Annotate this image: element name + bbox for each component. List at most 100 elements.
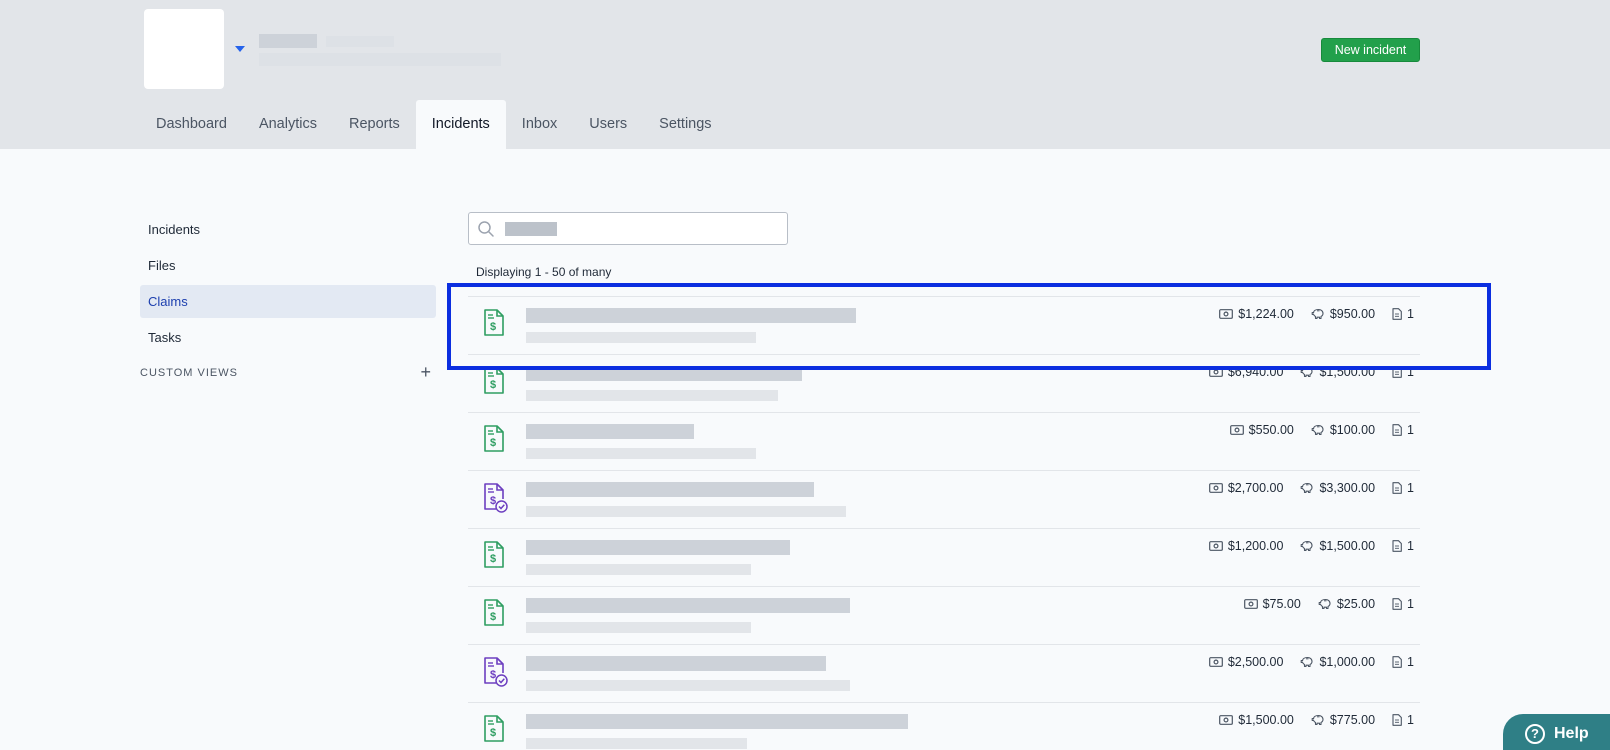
claim-document-dollar-check-icon: $ xyxy=(482,656,508,688)
claim-title-redacted xyxy=(526,424,694,439)
claim-stats: $1,500.00 $775.00 1 xyxy=(1202,713,1414,727)
svg-text:$: $ xyxy=(490,727,496,739)
claim-amount-value: $1,200.00 xyxy=(1227,539,1284,553)
claim-title-redacted xyxy=(526,366,802,381)
claim-subtitle-redacted xyxy=(526,332,756,343)
piggy-bank-icon xyxy=(1301,540,1313,552)
claim-row[interactable]: $ $6,940.00 $1,500.00 1 xyxy=(468,354,1420,412)
help-button[interactable]: ? Help xyxy=(1503,714,1610,750)
piggy-bank-icon xyxy=(1311,424,1324,436)
claim-reserve: $3,300.00 xyxy=(1300,481,1375,495)
piggy-bank-icon xyxy=(1301,656,1313,668)
claim-document-dollar-icon: $ xyxy=(482,540,508,572)
claim-files: 1 xyxy=(1392,597,1414,611)
claim-amount: $550.00 xyxy=(1229,423,1294,437)
claim-amount: $1,200.00 xyxy=(1208,539,1284,553)
claim-subtitle-redacted xyxy=(526,738,747,749)
tab-dashboard[interactable]: Dashboard xyxy=(140,100,243,149)
claim-amount-value: $2,500.00 xyxy=(1227,655,1284,669)
tab-incidents[interactable]: Incidents xyxy=(415,100,506,149)
claim-reserve: $1,500.00 xyxy=(1300,365,1375,379)
search-icon xyxy=(478,221,494,237)
piggy-bank-icon xyxy=(1311,714,1324,726)
tab-settings[interactable]: Settings xyxy=(643,100,727,149)
claim-amount: $1,224.00 xyxy=(1219,307,1294,321)
new-incident-button[interactable]: New incident xyxy=(1321,38,1420,62)
claim-reserve-value: $25.00 xyxy=(1336,597,1376,611)
claim-files: 1 xyxy=(1392,539,1414,553)
claim-row[interactable]: $ $550.00 $100.00 1 xyxy=(468,412,1420,470)
app-header: New incident Dashboard Analytics Reports… xyxy=(0,0,1610,149)
claim-row[interactable]: $ $1,500.00 $775.00 1 xyxy=(468,702,1420,750)
org-logo[interactable] xyxy=(144,9,224,89)
sidebar-item-incidents[interactable]: Incidents xyxy=(140,213,436,246)
tab-reports[interactable]: Reports xyxy=(333,100,416,149)
claim-files: 1 xyxy=(1392,307,1414,321)
claim-files-count: 1 xyxy=(1407,597,1414,611)
tab-analytics[interactable]: Analytics xyxy=(243,100,333,149)
claim-reserve: $1,500.00 xyxy=(1300,539,1375,553)
claim-files-count: 1 xyxy=(1407,365,1414,379)
claim-title-redacted xyxy=(526,540,790,555)
claim-row[interactable]: $ $75.00 $25.00 1 xyxy=(468,586,1420,644)
claim-reserve: $950.00 xyxy=(1311,307,1375,321)
file-icon xyxy=(1392,308,1402,320)
claim-row[interactable]: $ $2,700.00 $3,300.00 1 xyxy=(468,470,1420,528)
svg-text:$: $ xyxy=(490,495,496,507)
file-icon xyxy=(1392,598,1402,610)
cash-icon xyxy=(1208,367,1223,377)
claim-subtitle-redacted xyxy=(526,622,751,633)
file-icon xyxy=(1392,656,1402,668)
claim-amount-value: $1,224.00 xyxy=(1238,307,1294,321)
claim-document-dollar-icon: $ xyxy=(482,598,508,630)
claim-files-count: 1 xyxy=(1407,423,1414,437)
svg-text:$: $ xyxy=(490,611,496,623)
piggy-bank-icon xyxy=(1301,482,1313,494)
sidebar-item-claims[interactable]: Claims xyxy=(140,285,436,318)
sidebar-item-files[interactable]: Files xyxy=(140,249,436,282)
claim-subtitle-redacted xyxy=(526,680,850,691)
claim-amount: $75.00 xyxy=(1243,597,1301,611)
claim-files: 1 xyxy=(1392,423,1414,437)
org-meta-redacted xyxy=(326,36,394,47)
claim-reserve-value: $1,000.00 xyxy=(1319,655,1376,669)
main-tabs: Dashboard Analytics Reports Incidents In… xyxy=(140,100,728,149)
claim-amount: $1,500.00 xyxy=(1219,713,1294,727)
piggy-bank-icon xyxy=(1301,366,1313,378)
custom-views-section: CUSTOM VIEWS + xyxy=(140,363,436,381)
claim-stats: $75.00 $25.00 1 xyxy=(1227,597,1414,611)
result-count: Displaying 1 - 50 of many xyxy=(476,265,612,279)
claim-stats: $2,500.00 $1,000.00 1 xyxy=(1192,655,1414,669)
tab-inbox[interactable]: Inbox xyxy=(506,100,573,149)
claim-row[interactable]: $ $2,500.00 $1,000.00 1 xyxy=(468,644,1420,702)
claim-title-redacted xyxy=(526,598,850,613)
claim-amount-value: $550.00 xyxy=(1248,423,1294,437)
claim-subtitle-redacted xyxy=(526,390,778,401)
question-icon: ? xyxy=(1525,724,1545,744)
claim-files-count: 1 xyxy=(1407,307,1414,321)
svg-text:$: $ xyxy=(490,379,496,391)
claim-stats: $6,940.00 $1,500.00 1 xyxy=(1192,365,1414,379)
svg-text:$: $ xyxy=(490,321,496,333)
search-text-redacted xyxy=(505,222,557,236)
search-box xyxy=(468,212,788,245)
file-icon xyxy=(1392,424,1402,436)
sidebar-item-tasks[interactable]: Tasks xyxy=(140,321,436,354)
claim-subtitle-redacted xyxy=(526,506,846,517)
caret-down-icon[interactable] xyxy=(235,46,245,52)
claim-amount: $2,700.00 xyxy=(1208,481,1283,495)
claim-row[interactable]: $ $1,224.00 $950.00 1 xyxy=(468,296,1420,354)
piggy-bank-icon xyxy=(1318,598,1331,610)
cash-icon xyxy=(1208,657,1223,667)
svg-text:$: $ xyxy=(490,669,496,681)
claim-row[interactable]: $ $1,200.00 $1,500.00 1 xyxy=(468,528,1420,586)
add-custom-view-icon[interactable]: + xyxy=(420,363,432,381)
cash-icon xyxy=(1219,715,1234,725)
claim-files: 1 xyxy=(1392,365,1414,379)
claim-subtitle-redacted xyxy=(526,564,751,575)
cash-icon xyxy=(1229,425,1244,435)
tab-users[interactable]: Users xyxy=(573,100,643,149)
claim-files-count: 1 xyxy=(1407,481,1414,495)
claim-subtitle-redacted xyxy=(526,448,756,459)
claim-reserve: $100.00 xyxy=(1311,423,1375,437)
